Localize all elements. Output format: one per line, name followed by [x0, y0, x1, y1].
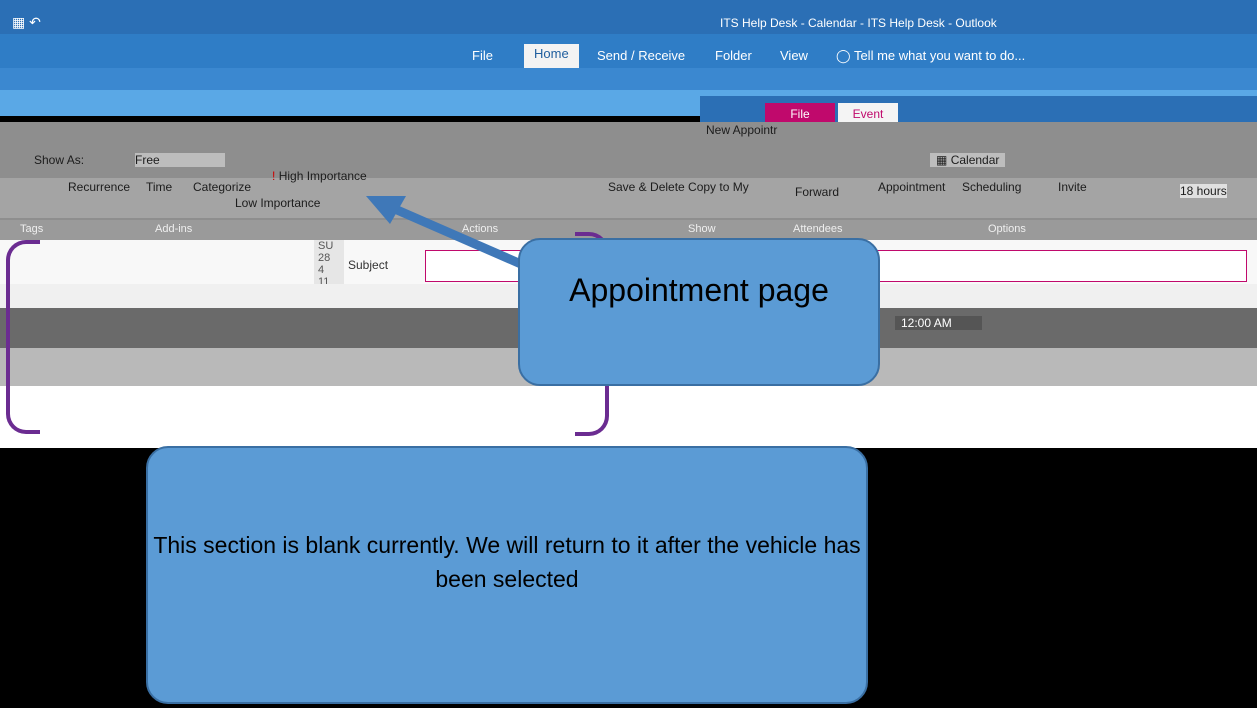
- callout-appointment-page: Appointment page: [518, 238, 880, 386]
- callout-blank-section: This section is blank currently. We will…: [146, 446, 868, 704]
- arrow-shaft: [386, 201, 532, 273]
